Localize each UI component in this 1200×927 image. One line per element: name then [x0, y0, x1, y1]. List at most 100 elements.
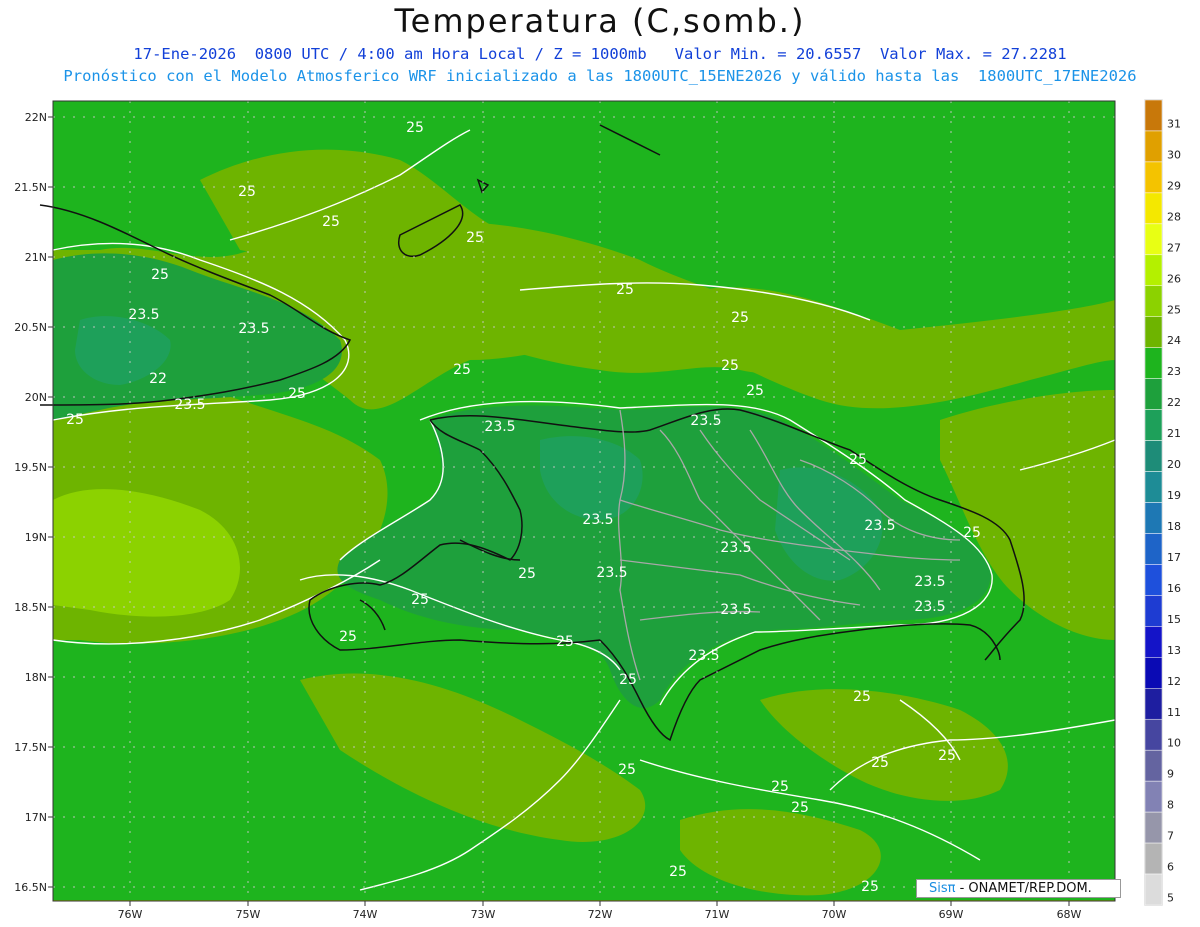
colorbar-swatch: [1144, 626, 1163, 658]
contour-label: 23.5: [914, 599, 945, 615]
colorbar-label: 30: [1167, 148, 1181, 161]
lon-tick-label: 75W: [236, 908, 261, 921]
contour-label: 25: [411, 592, 429, 608]
lon-tick-label: 74W: [353, 908, 378, 921]
lat-tick-label: 17.5N: [14, 741, 47, 754]
contour-label: 25: [771, 779, 789, 795]
colorbar-label: 10: [1167, 737, 1181, 750]
contour-label: 25: [151, 267, 169, 283]
colorbar-swatch: [1144, 192, 1163, 225]
contour-label: 25: [731, 310, 749, 326]
colorbar-label: 17: [1167, 551, 1181, 564]
colorbar-label: 18: [1167, 520, 1181, 533]
colorbar-swatch: [1144, 347, 1163, 379]
colorbar-swatch: [1144, 502, 1163, 534]
credit-agency: - ONAMET/REP.DOM.: [955, 881, 1092, 896]
contour-label: 23.5: [596, 565, 627, 581]
latitude-axis: 22N 21.5N 21N 20.5N 20N 19.5N 19N 18.5N 18N 17.5N…: [14, 111, 53, 894]
colorbar-label: 9: [1167, 768, 1174, 781]
contour-label: 25: [616, 282, 634, 298]
colorbar-swatch: [1144, 316, 1163, 348]
colorbar-label: 16: [1167, 582, 1181, 595]
colorbar-swatch: [1144, 780, 1163, 813]
lat-tick-label: 21.5N: [14, 181, 47, 194]
lat-tick-label: 16.5N: [14, 881, 47, 894]
colorbar-label: 25: [1167, 303, 1181, 316]
contour-label: 25: [849, 452, 867, 468]
colorbar-label: 20: [1167, 458, 1181, 471]
colorbar-swatch: [1144, 99, 1163, 132]
contour-label: 25: [556, 634, 574, 650]
contour-label: 25: [791, 800, 809, 816]
colorbar-label: 13: [1167, 644, 1181, 657]
colorbar-swatch: [1144, 471, 1163, 503]
colorbar-swatch: [1144, 657, 1163, 689]
lon-tick-label: 69W: [939, 908, 964, 921]
colorbar-swatch: [1144, 161, 1163, 194]
colorbar-swatch: [1144, 130, 1163, 163]
colorbar-swatch: [1144, 223, 1163, 256]
contour-label: 25: [238, 184, 256, 200]
colorbar-label: 27: [1167, 241, 1181, 254]
lon-tick-label: 68W: [1057, 908, 1082, 921]
contour-label: 25: [322, 214, 340, 230]
colorbar-swatch: [1144, 811, 1163, 844]
lat-tick-label: 19.5N: [14, 461, 47, 474]
contour-label: 23.5: [914, 574, 945, 590]
colorbar-label: 11: [1167, 706, 1181, 719]
credit-brand: Sisπ: [929, 881, 956, 896]
colorbar-label: 24: [1167, 334, 1181, 347]
contour-label: 22: [149, 371, 167, 387]
lon-tick-label: 76W: [118, 908, 143, 921]
lon-tick-label: 73W: [471, 908, 496, 921]
lon-tick-label: 70W: [822, 908, 847, 921]
contour-label: 25: [518, 566, 536, 582]
colorbar: 31 30 29 28 27 26 25 24 23 22 21 20 19 18 17 16 15 13 12 11…: [1144, 99, 1181, 906]
contour-label: 25: [466, 230, 484, 246]
colorbar-swatch: [1144, 409, 1163, 441]
contour-label: 25: [861, 879, 879, 895]
colorbar-label: 6: [1167, 861, 1174, 874]
contour-label: 25: [339, 629, 357, 645]
colorbar-swatch: [1144, 873, 1163, 906]
colorbar-swatch: [1144, 533, 1163, 565]
contour-label: 23.5: [174, 397, 205, 413]
colorbar-swatch: [1144, 378, 1163, 410]
colorbar-swatch: [1144, 254, 1163, 287]
colorbar-label: 22: [1167, 396, 1181, 409]
colorbar-swatch: [1144, 440, 1163, 472]
colorbar-label: 7: [1167, 830, 1174, 843]
colorbar-swatch: [1144, 718, 1163, 751]
temperature-map: 22N 21.5N 21N 20.5N 20N 19.5N 19N 18.5N 18N 17.5N…: [14, 99, 1181, 921]
contour-label: 25: [453, 362, 471, 378]
longitude-axis: 76W 75W 74W 73W 72W 71W 70W 69W 68W: [118, 901, 1082, 921]
contour-label: 23.5: [690, 413, 721, 429]
lat-tick-label: 22N: [25, 111, 47, 124]
lat-tick-label: 20N: [25, 391, 47, 404]
colorbar-label: 28: [1167, 210, 1181, 223]
contour-label: 25: [721, 358, 739, 374]
colorbar-label: 23: [1167, 365, 1181, 378]
colorbar-label: 8: [1167, 799, 1174, 812]
colorbar-label: 31: [1167, 117, 1181, 130]
lat-tick-label: 18N: [25, 671, 47, 684]
contour-label: 23.5: [582, 512, 613, 528]
lat-tick-label: 17N: [25, 811, 47, 824]
lat-tick-label: 19N: [25, 531, 47, 544]
lat-tick-label: 20.5N: [14, 321, 47, 334]
contour-label: 23.5: [688, 648, 719, 664]
lat-tick-label: 21N: [25, 251, 47, 264]
contour-label: 23.5: [864, 518, 895, 534]
colorbar-swatch: [1144, 285, 1163, 317]
contour-label: 23.5: [720, 540, 751, 556]
colorbar-swatch: [1144, 749, 1163, 782]
colorbar-label: 5: [1167, 892, 1174, 905]
lon-tick-label: 72W: [588, 908, 613, 921]
contour-label: 25: [669, 864, 687, 880]
credit-box: Sisπ - ONAMET/REP.DOM.: [916, 879, 1121, 898]
colorbar-label: 26: [1167, 272, 1181, 285]
contour-label: 25: [406, 120, 424, 136]
contour-label: 23.5: [128, 307, 159, 323]
contour-label: 25: [619, 672, 637, 688]
contour-label: 23.5: [720, 602, 751, 618]
